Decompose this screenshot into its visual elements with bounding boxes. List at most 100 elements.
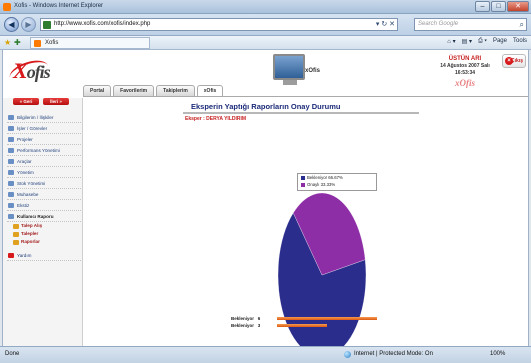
sidebar-item-label: Stok Yönetimi — [17, 181, 46, 186]
tab-xofis[interactable]: xOfis — [196, 85, 224, 96]
search-icon[interactable]: ⌕ — [520, 20, 524, 30]
sidebar-item-yonetim[interactable]: Yönetim — [7, 167, 81, 178]
exit-icon: × — [505, 57, 513, 65]
management-icon — [8, 170, 14, 175]
sidebar-subitem-talepler[interactable]: Talepler — [7, 230, 81, 238]
bar-1 — [277, 324, 327, 327]
sidebar-item-araclar[interactable]: Araçlar — [7, 156, 81, 167]
favorites-bar: ★ ✚ Xofis ⌂ ▾ ▤ ▾ ⎙ ▾ Page Tools — [0, 36, 531, 50]
legend-label: Bekleniyor 66.67% — [307, 175, 343, 180]
sidebar-item-muhasebe[interactable]: Muhasebe — [7, 189, 81, 200]
sidebar-item-label: Muhasebe — [17, 192, 39, 197]
bar-chart — [277, 317, 477, 331]
favorites-star-icon[interactable]: ★ — [4, 38, 11, 47]
window-titlebar: Xofis - Windows Internet Explorer – □ ✕ — [0, 0, 531, 14]
bar-value: 3 — [257, 323, 261, 328]
command-bar: ⌂ ▾ ▤ ▾ ⎙ ▾ Page Tools — [447, 38, 527, 45]
sidebar-subitem-talep-alis[interactable]: Talep Alış — [7, 222, 81, 230]
logo-x: X — [13, 58, 28, 83]
sidebar-item-label: Bilgilerim / İlişkiler — [17, 115, 54, 120]
expertise-icon — [8, 203, 14, 208]
tools-icon — [8, 159, 14, 164]
legend-item: Onaylı 33.33% — [298, 181, 376, 188]
xofis-logo[interactable]: Xofis — [13, 58, 51, 84]
site-header: Xofis xOfis ÜSTÜN ARI 14 Ağustos 2007 Sa… — [3, 50, 528, 98]
report-title: Eksperin Yaptığı Raporların Onay Durumu — [191, 102, 341, 111]
home-icon[interactable]: ⌂ ▾ — [447, 38, 455, 45]
next-button[interactable]: İleri » — [43, 98, 69, 105]
tab-divider — [83, 96, 528, 97]
sidebar-item-stok[interactable]: Stok Yönetimi — [7, 178, 81, 189]
monitor-label: xOfis — [305, 68, 321, 74]
exit-button[interactable]: × Çıkış — [502, 54, 526, 68]
bar-value: 6 — [257, 316, 261, 321]
page-menu[interactable]: Page — [493, 38, 507, 45]
tab-favicon-icon — [34, 40, 41, 47]
legend-swatch — [301, 183, 305, 187]
pencil-icon — [13, 231, 19, 237]
sidebar-item-isler[interactable]: İşler / Görevler — [7, 123, 81, 134]
maximize-button[interactable]: □ — [491, 1, 506, 12]
monitor-icon — [273, 54, 305, 80]
window-controls: – □ ✕ — [475, 1, 529, 12]
address-url[interactable]: http://www.xofis.com/xofis/index.php — [54, 21, 150, 27]
back-button[interactable]: « Geri — [13, 98, 39, 105]
tab-portal[interactable]: Portal — [83, 85, 112, 96]
contacts-icon — [8, 115, 14, 120]
internet-zone-icon — [344, 351, 351, 358]
user-name: ÜSTÜN ARI — [448, 56, 482, 62]
sidebar-item-yardim[interactable]: Yardım — [7, 250, 81, 261]
sidebar-item-label: Yönetim — [17, 170, 34, 175]
sidebar-item-ekstiz[interactable]: Ekstiz — [7, 200, 81, 211]
sidebar-item-label: Yardım — [17, 253, 32, 258]
search-box[interactable]: Search Google ⌕ — [414, 18, 527, 31]
legend-label: Onaylı 33.33% — [307, 182, 336, 187]
feeds-icon[interactable]: ▤ ▾ — [462, 38, 472, 45]
status-text: Done — [5, 351, 20, 357]
sidebar-item-label: Projeler — [17, 137, 33, 142]
stock-icon — [8, 181, 14, 186]
sidebar-item-kullanici-raporu[interactable]: Kullanıcı Raporu — [7, 211, 81, 222]
browser-tab[interactable]: Xofis — [30, 37, 150, 49]
close-window-button[interactable]: ✕ — [507, 1, 529, 12]
chart-legend: Bekleniyor 66.67% Onaylı 33.33% — [297, 173, 377, 191]
bar-label: Bekleniyor 3 — [231, 323, 260, 328]
address-bar[interactable]: http://www.xofis.com/xofis/index.php ▾ ↻… — [40, 18, 398, 31]
legend-item: Bekleniyor 66.67% — [298, 174, 376, 181]
sidebar-subitem-raporlar[interactable]: Raporlar — [7, 238, 81, 246]
refresh-stop-icons[interactable]: ▾ ↻ ✕ — [376, 20, 395, 28]
bar-label-text: Bekleniyor — [231, 316, 255, 321]
user-info: ÜSTÜN ARI 14 Ağustos 2007 Salı 16:53:34 — [433, 56, 497, 77]
main-tabs: Portal Favorilerim Takiplerim xOfis — [83, 85, 224, 96]
projects-icon — [8, 137, 14, 142]
tab-takiplerim[interactable]: Takiplerim — [156, 85, 195, 96]
tools-menu[interactable]: Tools — [513, 38, 527, 45]
tab-favorilerim[interactable]: Favorilerim — [113, 85, 155, 96]
sidebar-item-label: Performans Yönetimi — [17, 148, 60, 153]
minimize-button[interactable]: – — [475, 1, 490, 12]
bar-label-text: Bekleniyor — [231, 323, 255, 328]
sidebar-item-bilgilerim[interactable]: Bilgilerim / İlişkiler — [7, 112, 81, 123]
sidebar-item-label: Araçlar — [17, 159, 32, 164]
pencil-icon — [13, 223, 19, 229]
page-icon — [43, 21, 51, 29]
status-bar: Done Internet | Protected Mode: On 100% — [0, 346, 531, 363]
back-arrow-icon[interactable]: ◀ — [4, 17, 19, 32]
browser-tab-title: Xofis — [45, 40, 59, 46]
current-date: 14 Ağustos 2007 Salı — [440, 63, 490, 69]
help-icon — [8, 253, 14, 258]
web-page: Xofis xOfis ÜSTÜN ARI 14 Ağustos 2007 Sa… — [2, 50, 529, 346]
report-content: Eksperin Yaptığı Raporların Onay Durumu … — [91, 100, 527, 346]
security-zone[interactable]: Internet | Protected Mode: On — [354, 351, 433, 357]
accounting-icon — [8, 192, 14, 197]
add-favorite-icon[interactable]: ✚ — [14, 38, 21, 47]
sidebar-item-label: Talepler — [21, 231, 39, 236]
sidebar-item-projeler[interactable]: Projeler — [7, 134, 81, 145]
print-icon[interactable]: ⎙ ▾ — [478, 38, 487, 45]
sidebar-item-performans[interactable]: Performans Yönetimi — [7, 145, 81, 156]
zoom-level[interactable]: 100% — [490, 351, 505, 357]
monitor-stand — [283, 80, 297, 85]
sidebar-item-label: Raporlar — [21, 239, 40, 244]
forward-arrow-icon[interactable]: ▶ — [21, 17, 36, 32]
search-placeholder: Search Google — [418, 21, 459, 27]
